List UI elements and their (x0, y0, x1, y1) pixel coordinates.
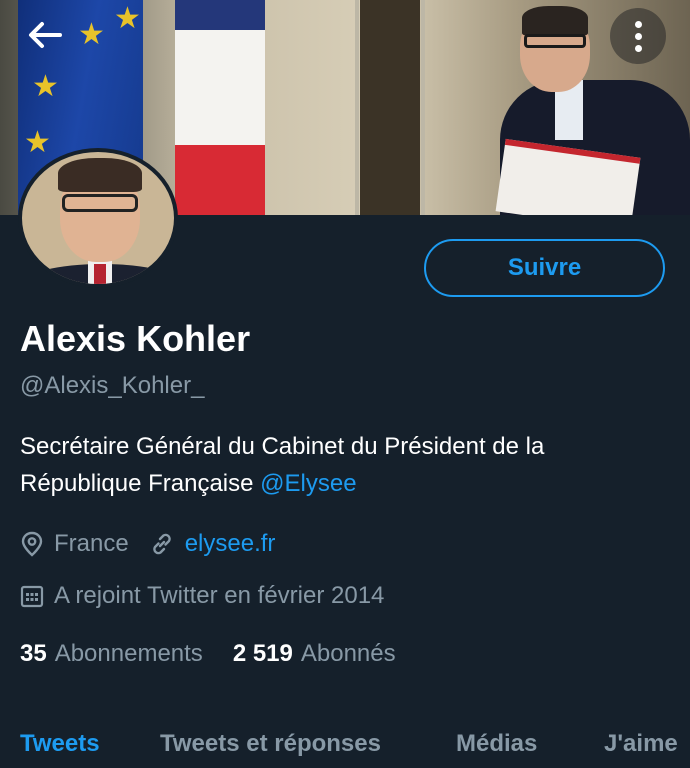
avatar-tie (94, 264, 106, 284)
french-flag-image (175, 0, 265, 215)
profile-tabs: Tweets Tweets et réponses Médias J'aime (0, 720, 690, 768)
bio-mention-link[interactable]: @Elysee (260, 470, 356, 497)
profile-handle: @Alexis_Kohler_ (20, 372, 205, 399)
avatar-glasses (62, 194, 138, 212)
more-options-button[interactable] (610, 8, 666, 64)
following-count[interactable]: 35 (20, 640, 47, 668)
link-icon (152, 533, 171, 555)
profile-name: Alexis Kohler (20, 318, 251, 359)
tab-likes[interactable]: J'aime (604, 730, 678, 758)
man-hair (522, 6, 588, 36)
calendar-icon (20, 585, 44, 608)
back-button[interactable] (24, 20, 66, 56)
followers-count[interactable]: 2 519 (233, 640, 293, 668)
avatar-hair (58, 158, 142, 192)
profile-joined-date: A rejoint Twitter en février 2014 (54, 582, 385, 609)
profile-meta-location-row: France elysee.fr (20, 530, 275, 558)
tab-media[interactable]: Médias (456, 730, 537, 758)
profile-bio: Secrétaire Général du Cabinet du Préside… (20, 428, 670, 502)
man-glasses (524, 34, 586, 48)
more-vertical-icon (635, 21, 642, 28)
profile-website-link[interactable]: elysee.fr (185, 530, 276, 558)
more-dot (635, 45, 642, 52)
location-pin-icon (21, 531, 43, 557)
avatar[interactable] (18, 148, 178, 288)
profile-stats: 35 Abonnements 2 519 Abonnés (20, 640, 426, 668)
window-frame (355, 0, 425, 215)
more-dot (635, 33, 642, 40)
tab-tweets[interactable]: Tweets (20, 730, 100, 758)
profile-location: France (54, 530, 129, 557)
follow-button[interactable]: Suivre (424, 239, 665, 297)
profile-meta-joined-row: A rejoint Twitter en février 2014 (20, 582, 384, 610)
following-label[interactable]: Abonnements (55, 640, 203, 668)
tab-tweets-and-replies[interactable]: Tweets et réponses (160, 730, 381, 758)
arrow-left-icon (29, 22, 62, 48)
followers-label[interactable]: Abonnés (301, 640, 396, 668)
